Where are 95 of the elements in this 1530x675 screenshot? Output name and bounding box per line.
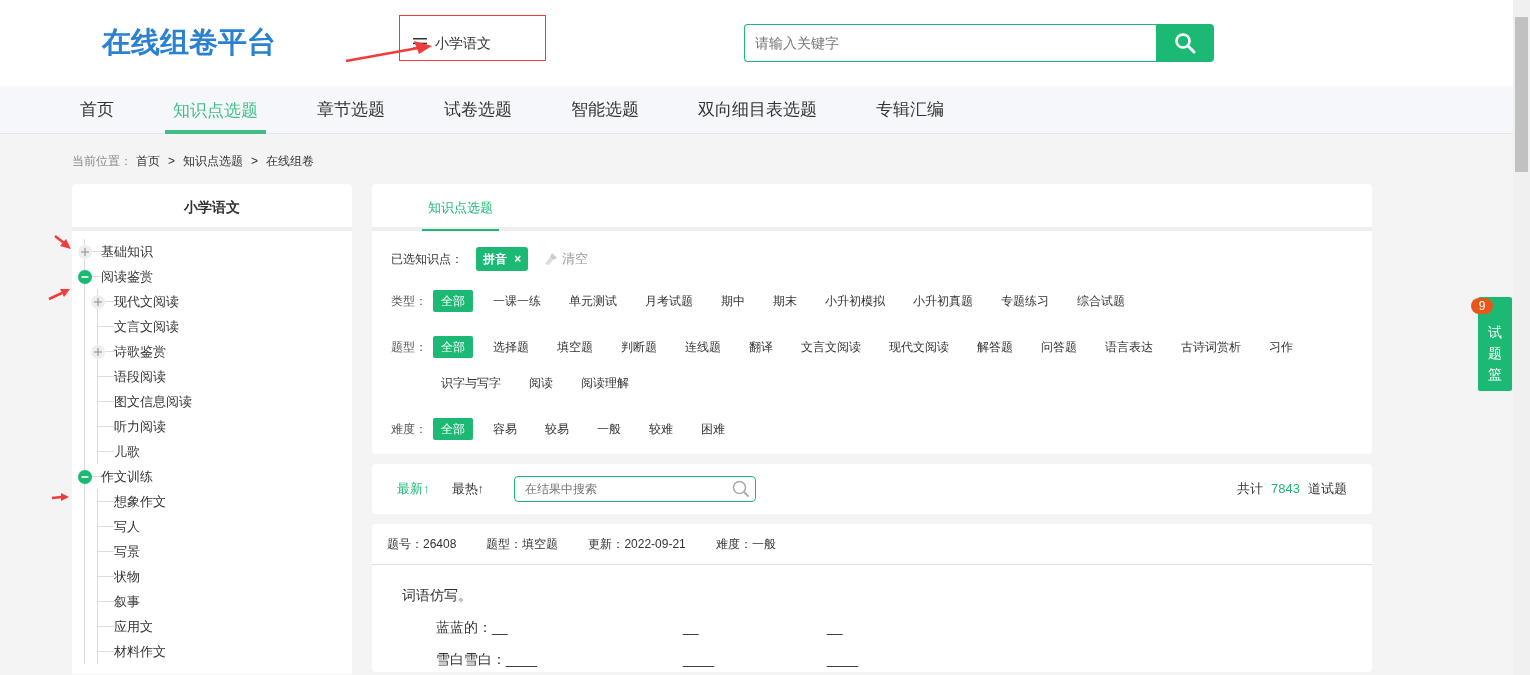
filter-option[interactable]: 期末 bbox=[765, 290, 805, 312]
tree-item[interactable]: 阅读鉴赏 bbox=[101, 266, 153, 287]
filter-option[interactable]: 较难 bbox=[641, 418, 681, 440]
total-label: 共计 bbox=[1237, 480, 1264, 499]
logo: 在线组卷平台 bbox=[102, 25, 276, 61]
expand-icon[interactable] bbox=[78, 244, 92, 259]
filter-option[interactable]: 阅读理解 bbox=[573, 372, 637, 394]
nav-tab[interactable]: 双向细目表选题 bbox=[690, 86, 825, 134]
breadcrumb-link[interactable]: 在线组卷 bbox=[266, 152, 315, 184]
filter-option[interactable]: 单元测试 bbox=[561, 290, 625, 312]
filter-option[interactable]: 语言表达 bbox=[1097, 336, 1161, 358]
search-button[interactable] bbox=[1156, 24, 1214, 62]
tree-item[interactable]: 材料作文 bbox=[114, 641, 166, 662]
broom-icon bbox=[544, 252, 559, 266]
filter-option[interactable]: 翻译 bbox=[741, 336, 781, 358]
breadcrumb-label: 当前位置： bbox=[72, 153, 132, 170]
filter-option[interactable]: 判断题 bbox=[613, 336, 665, 358]
filter-option[interactable]: 小升初模拟 bbox=[817, 290, 893, 312]
tree-item[interactable]: 听力阅读 bbox=[114, 416, 166, 437]
tree-item[interactable]: 图文信息阅读 bbox=[114, 391, 192, 412]
question-text: 雪白雪白：____ bbox=[436, 650, 538, 669]
tree-item[interactable]: 现代文阅读 bbox=[114, 291, 179, 312]
tree-item[interactable]: 状物 bbox=[114, 566, 140, 587]
breadcrumb-link[interactable]: 知识点选题 bbox=[183, 152, 243, 184]
annotation-arrow bbox=[51, 493, 69, 501]
filter-option[interactable]: 古诗词赏析 bbox=[1173, 336, 1249, 358]
tree-item[interactable]: 写人 bbox=[114, 516, 140, 537]
search-icon bbox=[732, 480, 750, 498]
filter-option[interactable]: 识字与写字 bbox=[433, 372, 509, 394]
question-meta: 难度：一般 bbox=[715, 536, 776, 553]
filter-option[interactable]: 困难 bbox=[693, 418, 733, 440]
breadcrumb-separator: > bbox=[167, 153, 176, 170]
filter-option[interactable]: 填空题 bbox=[549, 336, 601, 358]
tree-item[interactable]: 叙事 bbox=[114, 591, 140, 612]
filter-option[interactable]: 小升初真题 bbox=[905, 290, 981, 312]
selected-label: 已选知识点： bbox=[391, 251, 464, 268]
filter-option[interactable]: 一般 bbox=[589, 418, 629, 440]
filter-option[interactable]: 容易 bbox=[485, 418, 525, 440]
annotation-arrow bbox=[54, 235, 71, 249]
tree-item[interactable]: 语段阅读 bbox=[114, 366, 166, 387]
nav-tab[interactable]: 智能选题 bbox=[563, 86, 647, 134]
tree-item[interactable]: 应用文 bbox=[114, 616, 153, 637]
collapse-icon[interactable] bbox=[78, 469, 92, 484]
question-meta: 题型：填空题 bbox=[486, 536, 559, 553]
question-stem: 词语仿写。 bbox=[402, 586, 473, 605]
breadcrumb-link[interactable]: 首页 bbox=[136, 152, 160, 184]
expand-icon[interactable] bbox=[91, 344, 105, 359]
nav-tab[interactable]: 首页 bbox=[72, 86, 122, 134]
filter-option[interactable]: 月考试题 bbox=[637, 290, 701, 312]
filter-option[interactable]: 解答题 bbox=[969, 336, 1021, 358]
filter-option[interactable]: 阅读 bbox=[521, 372, 561, 394]
question-meta: 题号：26408 bbox=[387, 536, 457, 553]
scrollbar-thumb[interactable] bbox=[1515, 17, 1528, 172]
filter-option[interactable]: 较易 bbox=[537, 418, 577, 440]
question-text: __ bbox=[683, 618, 699, 637]
question-text: ____ bbox=[683, 650, 715, 669]
filter-option[interactable]: 问答题 bbox=[1033, 336, 1085, 358]
collapse-icon[interactable] bbox=[78, 269, 92, 284]
filter-option[interactable]: 期中 bbox=[713, 290, 753, 312]
filter-label: 难度： bbox=[391, 421, 428, 438]
tree-item[interactable]: 想象作文 bbox=[114, 491, 166, 512]
nav-tab[interactable]: 章节选题 bbox=[309, 86, 393, 134]
question-text: __ bbox=[827, 618, 843, 637]
tree-item[interactable]: 写景 bbox=[114, 541, 140, 562]
sidebar-title: 小学语文 bbox=[72, 184, 352, 231]
filter-option[interactable]: 习作 bbox=[1261, 336, 1301, 358]
filter-option[interactable]: 专题练习 bbox=[993, 290, 1057, 312]
expand-icon[interactable] bbox=[91, 294, 105, 309]
total-unit: 道试题 bbox=[1308, 480, 1347, 499]
filter-option[interactable]: 文言文阅读 bbox=[793, 336, 869, 358]
tree-item[interactable]: 文言文阅读 bbox=[114, 316, 179, 337]
tree-item[interactable]: 基础知识 bbox=[101, 241, 153, 262]
breadcrumb-separator: > bbox=[250, 153, 260, 170]
nav-tab[interactable]: 专辑汇编 bbox=[868, 86, 952, 134]
filter-option[interactable]: 综合试题 bbox=[1069, 290, 1133, 312]
total-count: 7843 bbox=[1271, 480, 1300, 499]
filter-label: 题型： bbox=[391, 339, 428, 356]
tree-item[interactable]: 作文训练 bbox=[101, 466, 153, 487]
search-icon bbox=[1174, 32, 1196, 54]
question-text: ____ bbox=[827, 650, 859, 669]
search-field[interactable]: 请输入关键字 bbox=[744, 24, 1156, 62]
filter-option[interactable]: 现代文阅读 bbox=[881, 336, 957, 358]
sort-button[interactable]: 最热↑ bbox=[451, 479, 484, 499]
filter-option[interactable]: 连线题 bbox=[677, 336, 729, 358]
annotation-arrow bbox=[48, 289, 70, 301]
result-search-field[interactable]: 在结果中搜索 bbox=[514, 476, 756, 502]
tree-item[interactable]: 儿歌 bbox=[114, 441, 140, 462]
filter-label: 类型： bbox=[391, 293, 428, 310]
count-badge: 9 bbox=[1471, 298, 1493, 314]
filter-option[interactable]: 一课一练 bbox=[485, 290, 549, 312]
tree-item[interactable]: 诗歌鉴赏 bbox=[114, 341, 166, 362]
question-meta: 更新：2022-09-21 bbox=[588, 536, 686, 553]
filter-option[interactable]: 选择题 bbox=[485, 336, 537, 358]
nav-tab[interactable]: 试卷选题 bbox=[436, 86, 520, 134]
question-text: 蓝蓝的：__ bbox=[436, 618, 508, 637]
